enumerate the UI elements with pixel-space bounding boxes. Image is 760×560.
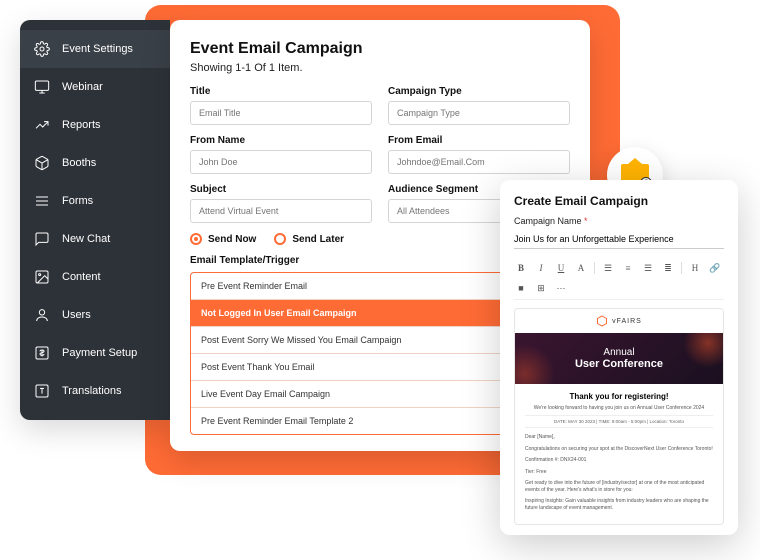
align-right-button[interactable]: ☰ [641, 261, 655, 275]
link-button[interactable]: 🔗 [708, 261, 722, 275]
preview-hero: Annual User Conference [515, 333, 723, 384]
align-left-button[interactable]: ☰ [601, 261, 615, 275]
from-name-label: From Name [190, 135, 372, 146]
preview-text: Congratulations on securing your spot at… [525, 446, 713, 453]
send-now-radio[interactable]: Send Now [190, 233, 256, 245]
sidebar-item-booths[interactable]: Booths [20, 144, 170, 182]
sidebar-item-content[interactable]: Content [20, 258, 170, 296]
campaign-name-label: Campaign Name * [514, 216, 724, 226]
sidebar-item-label: Content [62, 271, 101, 283]
send-later-radio[interactable]: Send Later [274, 233, 344, 245]
sidebar-item-event-settings[interactable]: Event Settings [20, 30, 170, 68]
heading-button[interactable]: H [688, 261, 702, 275]
type-label: Campaign Type [388, 86, 570, 97]
editor-toolbar: B I U A ☰ ≡ ☰ ≣ H 🔗 ■ ⊞ ⋯ [514, 257, 724, 300]
editor-title: Create Email Campaign [514, 194, 724, 208]
preview-subheading: We're looking forward to having you join… [525, 405, 713, 411]
chart-icon [34, 117, 50, 133]
from-email-label: From Email [388, 135, 570, 146]
sidebar-item-payment[interactable]: Payment Setup [20, 334, 170, 372]
send-now-label: Send Now [208, 234, 256, 245]
campaign-name-input[interactable] [514, 230, 724, 249]
dollar-icon [34, 345, 50, 361]
image-icon [34, 269, 50, 285]
preview-text: Inspiring Insights: Gain valuable insigh… [525, 498, 713, 511]
type-icon [34, 383, 50, 399]
page-title: Event Email Campaign [190, 40, 570, 58]
type-input[interactable] [388, 101, 570, 125]
sidebar-item-reports[interactable]: Reports [20, 106, 170, 144]
preview-text: Confirmation #: DNX24-001 [525, 457, 713, 464]
preview-body: Thank you for registering! We're looking… [515, 384, 723, 524]
sidebar-item-label: Users [62, 309, 91, 321]
list-icon [34, 193, 50, 209]
preview-heading: Thank you for registering! [525, 392, 713, 401]
sidebar-item-webinar[interactable]: Webinar [20, 68, 170, 106]
radio-checked-icon [190, 233, 202, 245]
align-center-button[interactable]: ≡ [621, 261, 635, 275]
preview-brand: vFAIRS [515, 309, 723, 333]
result-count: Showing 1-1 Of 1 Item. [190, 62, 570, 74]
sidebar: Event Settings Webinar Reports Booths Fo… [20, 20, 170, 420]
font-button[interactable]: A [574, 261, 588, 275]
user-icon [34, 307, 50, 323]
sidebar-item-label: Forms [62, 195, 93, 207]
sidebar-item-label: Payment Setup [62, 347, 137, 359]
from-name-input[interactable] [190, 150, 372, 174]
sidebar-item-label: Reports [62, 119, 101, 131]
title-input[interactable] [190, 101, 372, 125]
sidebar-item-label: Booths [62, 157, 96, 169]
title-label: Title [190, 86, 372, 97]
sidebar-item-label: Event Settings [62, 43, 133, 55]
insert-button[interactable]: ⊞ [534, 281, 548, 295]
sidebar-item-label: Translations [62, 385, 122, 397]
preview-meta: DATE: MAY 30 2023 | TIME: 9:00am - 5:00p… [525, 415, 713, 428]
radio-unchecked-icon [274, 233, 286, 245]
preview-text: Dear [Name], [525, 434, 713, 441]
underline-button[interactable]: U [554, 261, 568, 275]
sidebar-item-label: Webinar [62, 81, 103, 93]
cube-icon [34, 155, 50, 171]
send-later-label: Send Later [292, 234, 344, 245]
sidebar-item-label: New Chat [62, 233, 110, 245]
from-email-input[interactable] [388, 150, 570, 174]
sidebar-item-forms[interactable]: Forms [20, 182, 170, 220]
preview-text: Get ready to dive into the future of [in… [525, 480, 713, 493]
more-button[interactable]: ⋯ [554, 281, 568, 295]
preview-text: Tier: Free [525, 469, 713, 476]
brand-logo-icon [596, 315, 608, 327]
sidebar-item-users[interactable]: Users [20, 296, 170, 334]
create-campaign-panel: Create Email Campaign Campaign Name * B … [500, 180, 738, 535]
italic-button[interactable]: I [534, 261, 548, 275]
subject-label: Subject [190, 184, 372, 195]
gear-icon [34, 41, 50, 57]
subject-input[interactable] [190, 199, 372, 223]
sidebar-item-translations[interactable]: Translations [20, 372, 170, 410]
email-preview: vFAIRS Annual User Conference Thank you … [514, 308, 724, 525]
bold-button[interactable]: B [514, 261, 528, 275]
align-justify-button[interactable]: ≣ [661, 261, 675, 275]
sidebar-item-chat[interactable]: New Chat [20, 220, 170, 258]
monitor-icon [34, 79, 50, 95]
chat-icon [34, 231, 50, 247]
folder-button[interactable]: ■ [514, 281, 528, 295]
